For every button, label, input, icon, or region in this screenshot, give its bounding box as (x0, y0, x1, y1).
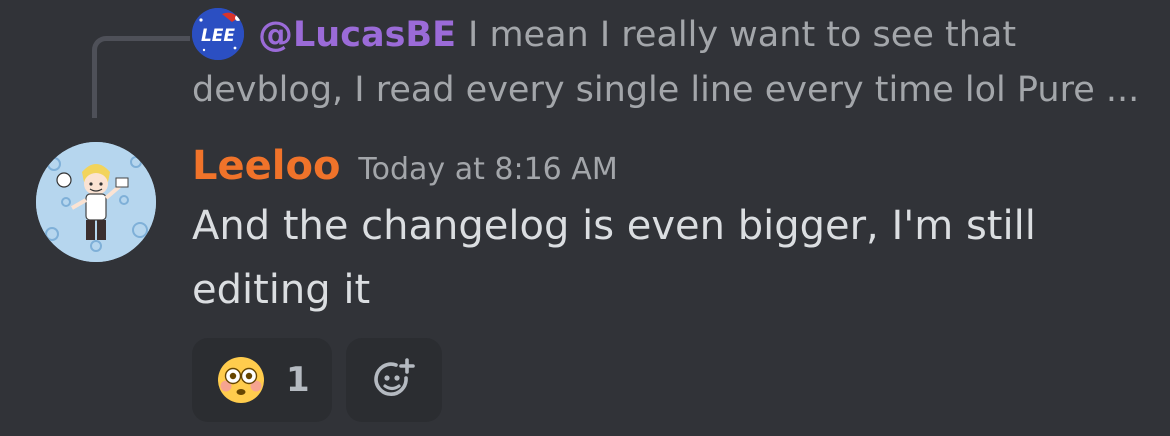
author-avatar[interactable] (36, 142, 156, 262)
reply-text-line1: I mean I really want to see that (468, 15, 1017, 55)
reply-preview[interactable]: @LucasBE I mean I really want to see that (258, 8, 1016, 62)
add-reaction-button[interactable] (346, 338, 442, 422)
reply-avatar[interactable]: LEE (192, 8, 244, 60)
reply-username[interactable]: @LucasBE (258, 15, 456, 55)
reply-avatar-logo-text: LEE (201, 26, 235, 46)
reaction-bar: 1 (192, 338, 442, 422)
message-content: And the changelog is even bigger, I'm st… (192, 203, 1036, 313)
reaction-count: 1 (286, 360, 310, 400)
message-timestamp[interactable]: Today at 8:16 AM (358, 152, 617, 187)
message-header: Leeloo Today at 8:16 AM (192, 138, 618, 194)
reply-connector (92, 36, 190, 118)
author-username[interactable]: Leeloo (192, 143, 340, 189)
chat-message: LEE @LucasBE I mean I really want to see … (0, 0, 1170, 436)
author-avatar-image (36, 142, 156, 262)
flushed-face-icon (218, 357, 264, 403)
add-reaction-icon (374, 358, 415, 396)
reply-text-line2[interactable]: devblog, I read every single line every … (192, 64, 1139, 116)
reply-avatar-image: LEE (192, 8, 244, 60)
reaction-flushed[interactable]: 1 (192, 338, 332, 422)
